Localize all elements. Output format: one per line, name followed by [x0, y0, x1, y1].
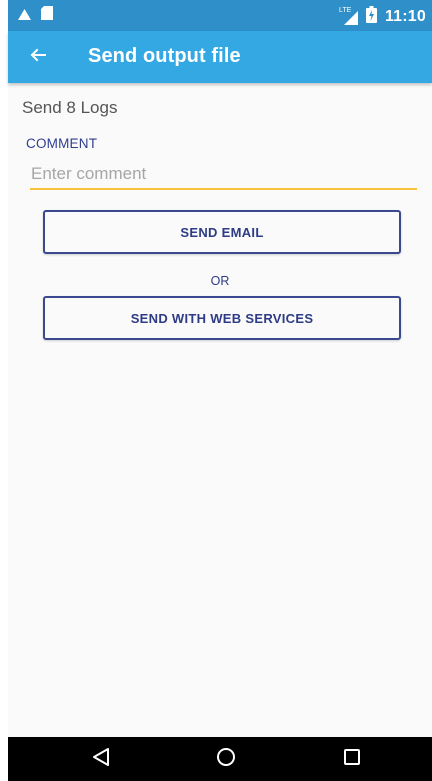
send-web-services-button[interactable]: SEND WITH WEB SERVICES [43, 296, 401, 340]
battery-icon [365, 6, 377, 28]
app-bar: Send output file [8, 31, 432, 83]
status-bar: LTE 11:10 [8, 0, 432, 31]
signal-alert-icon [18, 7, 31, 25]
page-title: Send output file [88, 45, 241, 67]
nav-recents-icon [343, 748, 361, 771]
screen: LTE 11:10 Send output file Send 8 Logs C… [0, 0, 432, 781]
nav-recents-button[interactable] [332, 743, 372, 775]
nav-home-icon [216, 747, 236, 772]
navigation-bar [8, 737, 432, 781]
send-email-button[interactable]: SEND EMAIL [43, 210, 401, 254]
nav-home-button[interactable] [206, 743, 246, 775]
status-left-icons [18, 6, 53, 25]
arrow-left-icon [30, 47, 46, 68]
sd-card-icon [41, 6, 53, 25]
app-window: LTE 11:10 Send output file Send 8 Logs C… [8, 0, 432, 781]
back-button[interactable] [20, 39, 56, 75]
nav-back-icon [92, 747, 110, 772]
comment-label: COMMENT [26, 136, 98, 151]
nav-back-button[interactable] [81, 743, 121, 775]
status-time: 11:10 [384, 8, 426, 25]
or-separator: OR [210, 274, 230, 288]
status-right-icons: LTE 11:10 [339, 6, 426, 28]
send-logs-heading: Send 8 Logs [22, 98, 118, 117]
lte-signal-icon: LTE [339, 7, 358, 25]
comment-input[interactable] [30, 160, 417, 190]
